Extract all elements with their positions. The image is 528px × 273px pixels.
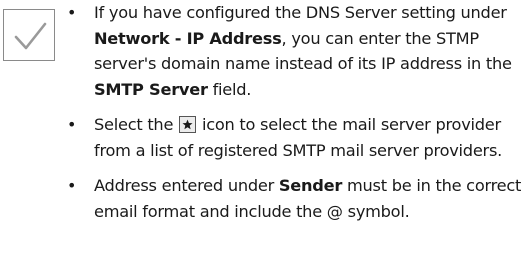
bullet: • <box>67 115 77 134</box>
bullet: • <box>67 3 77 22</box>
note-checkmark-box <box>3 9 55 61</box>
check-icon <box>14 22 47 50</box>
smtp-server-term: SMTP Server <box>94 79 208 99</box>
note-provider-icon: • Select the icon to select the mail ser… <box>67 112 525 163</box>
note-text: Address entered under <box>94 176 279 195</box>
note-sender-format: • Address entered under Sender must be i… <box>67 173 525 224</box>
note-dns-server: • If you have configured the DNS Server … <box>67 0 525 102</box>
network-ip-address-term: Network - IP Address <box>94 28 282 48</box>
note-text: field. <box>207 79 252 99</box>
note-text: Select the <box>94 115 179 134</box>
sender-term: Sender <box>278 176 343 195</box>
notes-list: • If you have configured the DNS Server … <box>67 0 525 224</box>
star-icon <box>179 116 197 133</box>
bullet: • <box>67 176 77 195</box>
note-text: If you have configured the DNS Server se… <box>94 3 507 22</box>
